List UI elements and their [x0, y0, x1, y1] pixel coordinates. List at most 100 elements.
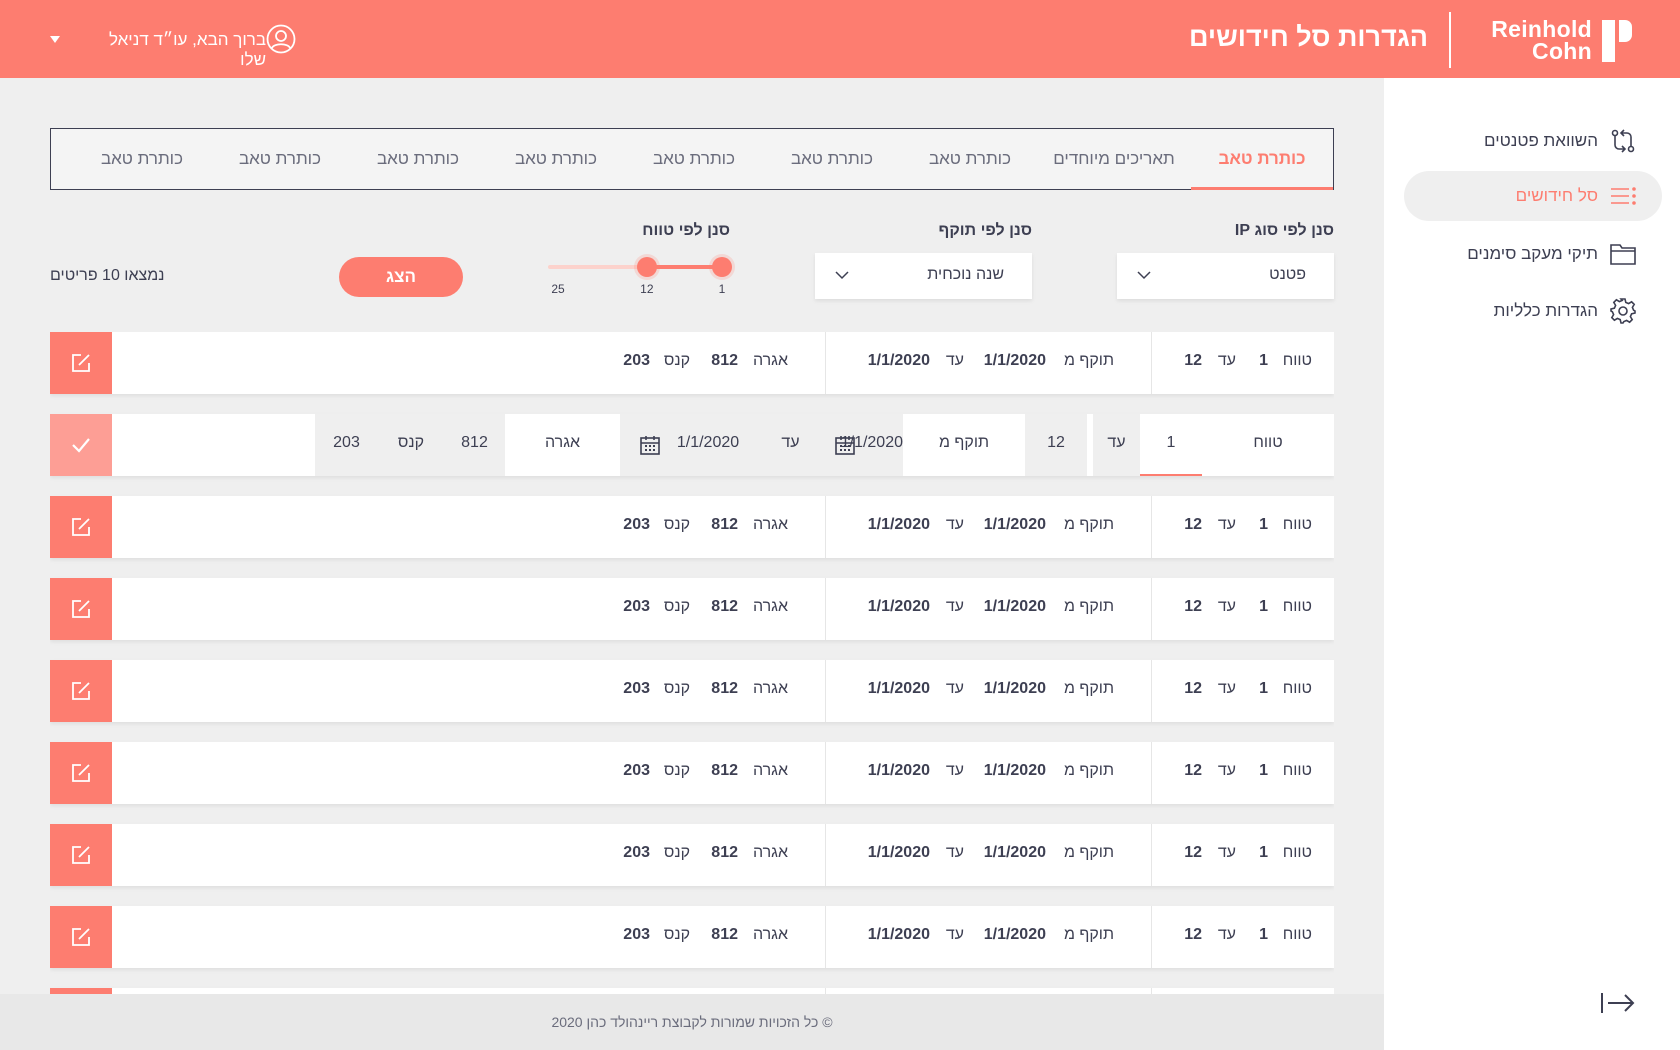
company-logo[interactable]: Reinhold Cohn	[1480, 18, 1632, 63]
sidebar-item-trademark-tracking[interactable]: תיקי מעקב סימנים	[1404, 229, 1662, 279]
range-to-value: 12	[1184, 352, 1202, 369]
range-slider[interactable]: 1 12 25	[548, 256, 732, 296]
range-label: טווח	[1202, 414, 1334, 476]
range-to-label: עד	[1093, 414, 1140, 476]
slider-thumb-low[interactable]	[712, 257, 732, 277]
user-menu[interactable]: ברוך הבא, עו״ד דניאל שלו	[44, 22, 304, 69]
edit-row-button[interactable]	[50, 496, 112, 558]
range-label: טווח	[1282, 352, 1312, 369]
tab-title-6[interactable]: כותרת טאב	[487, 129, 625, 189]
slider-tick-max: 25	[551, 282, 565, 296]
tab-title-3[interactable]: כותרת טאב	[901, 129, 1039, 189]
header-divider	[1449, 12, 1451, 68]
table-row: טווח1עד12תוקף מ1/1/2020עד1/1/2020אגרה812…	[50, 414, 1334, 476]
sidebar-item-innovations-basket[interactable]: סל חידושים	[1404, 171, 1662, 221]
row-divider	[1151, 660, 1152, 722]
range-to-label: עד	[1217, 762, 1236, 779]
tab-title-9[interactable]: כותרת טאב	[73, 129, 211, 189]
tab-title-4[interactable]: כותרת טאב	[763, 129, 901, 189]
valid-from-value: 1/1/2020	[983, 352, 1046, 369]
list-icon	[1611, 187, 1636, 205]
valid-from-label: תוקף מ	[1063, 844, 1114, 861]
range-filter-label: סנן לפי טווח	[642, 222, 730, 239]
fee-value: 812	[711, 352, 738, 369]
fine-value: 203	[623, 926, 650, 943]
fee-input-text: 812	[461, 434, 488, 451]
table-row: טווח1עד12תוקף מ1/1/2020עד1/1/2020אגרה812…	[50, 496, 1334, 558]
row-divider	[825, 824, 826, 886]
tab-title-7[interactable]: כותרת טאב	[349, 129, 487, 189]
user-greeting[interactable]: ברוך הבא, עו״ד דניאל שלו	[80, 30, 266, 70]
sidebar-item-patent-compare[interactable]: השוואת פטנטים	[1404, 116, 1662, 166]
range-to-label: עד	[1217, 352, 1236, 369]
range-to-input-text: 12	[1047, 434, 1065, 451]
edit-row-button[interactable]	[50, 332, 112, 394]
logo-text: Reinhold Cohn	[1480, 18, 1592, 63]
valid-from-label: תוקף מ	[1063, 762, 1114, 779]
valid-to-value: 1/1/2020	[867, 926, 930, 943]
valid-from-label: תוקף מ	[903, 414, 1025, 476]
logo-mark-icon	[1602, 20, 1632, 62]
valid-to-value: 1/1/2020	[867, 598, 930, 615]
fine-value: 203	[623, 844, 650, 861]
tab-special-dates[interactable]: תאריכים מיוחדים	[1039, 129, 1189, 189]
row-divider	[825, 496, 826, 558]
edit-row-button[interactable]	[50, 824, 112, 886]
slider-thumb-high[interactable]	[636, 257, 657, 277]
fee-value: 812	[711, 926, 738, 943]
edit-icon	[72, 928, 90, 946]
range-to-value: 12	[1184, 926, 1202, 943]
ip-type-filter-label: סנן לפי סוג IP	[1234, 222, 1334, 239]
row-divider	[1151, 824, 1152, 886]
edit-icon	[72, 682, 90, 700]
edit-row-button[interactable]	[50, 660, 112, 722]
range-to-label: עד	[1217, 926, 1236, 943]
fee-label: אגרה	[752, 762, 788, 779]
range-to-label: עד	[1217, 598, 1236, 615]
range-from-value: 1	[1259, 680, 1268, 697]
fine-value: 203	[623, 762, 650, 779]
calendar-icon[interactable]	[834, 434, 856, 456]
table-row: טווח1עד12תוקף מ1/1/2020עד1/1/2020אגרה812…	[50, 332, 1334, 394]
tab-title-1[interactable]: כותרת טאב	[1191, 129, 1333, 190]
valid-to-label: עד	[945, 926, 964, 943]
row-divider	[1151, 906, 1152, 968]
fee-table: טווח 1 עד 12 תוקף מ 1/1/2020 עד 1/1/2020 אגרה 812…	[50, 332, 1334, 994]
ip-type-select[interactable]: פטנט	[1117, 253, 1334, 299]
valid-to-value: 1/1/2020	[867, 762, 930, 779]
validity-value: שנה נוכחית	[927, 266, 1004, 283]
row-divider	[1151, 496, 1152, 558]
logout-icon[interactable]	[1600, 990, 1636, 1016]
valid-to-label: עד	[945, 352, 964, 369]
valid-from-input[interactable]: 1/1/2020	[815, 414, 903, 476]
fine-input-text: 203	[333, 434, 360, 451]
edit-row-button[interactable]	[50, 578, 112, 640]
tab-title-8[interactable]: כותרת טאב	[211, 129, 349, 189]
tab-title-5[interactable]: כותרת טאב	[625, 129, 763, 189]
edit-row-button[interactable]	[50, 906, 112, 968]
results-count: נמצאו 10 פריטים	[50, 267, 165, 284]
table-row: טווח1עד12תוקף מ1/1/2020עד1/1/2020אגרה812…	[50, 906, 1334, 968]
user-avatar-icon[interactable]	[266, 24, 296, 54]
table-row: טווח1עד12תוקף מ1/1/2020עד1/1/2020אגרה812…	[50, 824, 1334, 886]
top-header: Reinhold Cohn הגדרות סל חידושים ברוך הבא…	[0, 0, 1680, 78]
show-button[interactable]: הצג	[339, 257, 463, 297]
validity-select[interactable]: שנה נוכחית	[815, 253, 1032, 299]
row-divider	[1151, 742, 1152, 804]
fine-input[interactable]: 203	[315, 414, 378, 476]
range-from-input[interactable]: 1	[1140, 414, 1202, 476]
sidebar-item-general-settings[interactable]: הגדרות כלליות	[1404, 286, 1662, 336]
row-divider	[825, 578, 826, 640]
range-to-input[interactable]: 12	[1025, 414, 1087, 476]
fee-input[interactable]: 812	[444, 414, 505, 476]
chevron-down-icon[interactable]	[50, 36, 60, 43]
valid-from-label: תוקף מ	[1063, 516, 1114, 533]
fee-label: אגרה	[752, 680, 788, 697]
save-row-button[interactable]	[50, 414, 112, 476]
calendar-icon[interactable]	[639, 434, 661, 456]
row-divider	[825, 742, 826, 804]
ip-type-value: פטנט	[1269, 266, 1306, 283]
edit-icon	[72, 600, 90, 618]
sidebar-item-label: השוואת פטנטים	[1484, 131, 1598, 150]
edit-row-button[interactable]	[50, 742, 112, 804]
